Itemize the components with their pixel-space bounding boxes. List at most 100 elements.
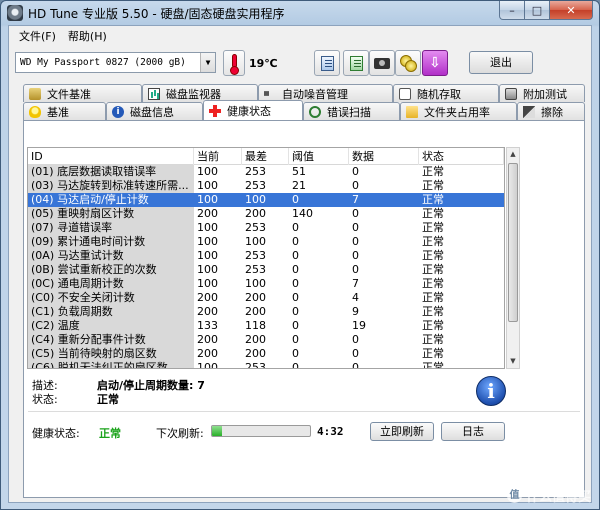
table-row[interactable]: (0C) 通电周期计数 100 100 0 7 正常 — [28, 277, 504, 291]
copy-all-button[interactable] — [343, 50, 369, 76]
minimize-button[interactable]: – — [499, 1, 525, 20]
table-row[interactable]: (07) 寻道错误率 100 253 0 0 正常 — [28, 221, 504, 235]
temperature-button[interactable] — [223, 50, 245, 76]
table-row[interactable]: (C0) 不安全关闭计数 200 200 0 4 正常 — [28, 291, 504, 305]
table-row[interactable]: (C2) 温度 133 118 0 19 正常 — [28, 319, 504, 333]
cell-threshold: 0 — [289, 193, 349, 207]
cell-status: 正常 — [422, 277, 444, 290]
maximize-button[interactable]: □ — [525, 1, 550, 20]
column-header-data[interactable]: 数据 — [349, 148, 419, 165]
column-header-current[interactable]: 当前 — [194, 148, 242, 165]
tab-error-scan[interactable]: 错误扫描 — [303, 102, 400, 120]
exit-button[interactable]: 退出 — [469, 51, 533, 74]
cell-id: (05) 重映射扇区计数 — [28, 207, 194, 221]
cell-worst: 253 — [245, 263, 266, 276]
cell-id: (09) 累计通电时间计数 — [28, 235, 194, 249]
cell-status: 正常 — [422, 235, 444, 248]
drive-icon — [505, 87, 517, 100]
cell-data: 0 — [352, 361, 359, 369]
toolbar: WD My Passport 0827 (2000 gB) ▼ 19℃ ⇩ 退出 — [9, 47, 591, 79]
tab-random-access[interactable]: 随机存取 — [393, 84, 499, 102]
log-button[interactable]: 日志 — [441, 422, 505, 441]
options-button[interactable] — [395, 50, 421, 76]
cell-current: 200 — [197, 291, 218, 304]
cell-current: 200 — [197, 305, 218, 318]
title-bar[interactable]: HD Tune 专业版 5.50 - 硬盘/固态硬盘实用程序 – □ ✕ — [1, 1, 599, 25]
download-button[interactable]: ⇩ — [422, 50, 448, 76]
table-row[interactable]: (C1) 负载周期数 200 200 0 9 正常 — [28, 305, 504, 319]
tab-erase[interactable]: 擦除 — [517, 102, 585, 120]
tab-extra-tests[interactable]: 附加测试 — [499, 84, 585, 102]
description-value: 启动/停止周期数量: 7 — [97, 379, 205, 392]
table-row[interactable]: (09) 累计通电时间计数 100 100 0 0 正常 — [28, 235, 504, 249]
cell-id: (C0) 不安全关闭计数 — [28, 291, 194, 305]
column-header-worst[interactable]: 最差 — [242, 148, 289, 165]
cell-current: 100 — [197, 235, 218, 248]
cell-id: (C6) 脱机无法纠正的扇区数 — [28, 361, 194, 368]
tab-benchmark[interactable]: 基准 — [23, 102, 106, 120]
tab-health[interactable]: 健康状态 — [203, 100, 303, 120]
scroll-up-icon[interactable]: ▲ — [507, 148, 519, 161]
cell-id: (C4) 重新分配事件计数 — [28, 333, 194, 347]
memory-chip-icon — [29, 87, 41, 100]
table-row[interactable]: (C4) 重新分配事件计数 200 200 0 0 正常 — [28, 333, 504, 347]
cell-current: 100 — [197, 361, 218, 369]
cell-threshold: 0 — [292, 277, 299, 290]
tab-label: 擦除 — [541, 105, 563, 119]
table-row[interactable]: (0B) 尝试重新校正的次数 100 253 0 0 正常 — [28, 263, 504, 277]
refresh-countdown: 4:32 — [317, 425, 344, 438]
cell-worst: 253 — [245, 249, 266, 262]
tab-folder-usage[interactable]: 文件夹占用率 — [400, 102, 517, 120]
cell-id: (01) 底层数据读取错误率 — [28, 165, 194, 179]
table-row[interactable]: (05) 重映射扇区计数 200 200 140 0 正常 — [28, 207, 504, 221]
column-header-threshold[interactable]: 阈值 — [289, 148, 349, 165]
menu-bar: 文件(F) 帮助(H) — [9, 26, 591, 46]
cell-worst: 253 — [245, 361, 266, 369]
table-row[interactable]: (01) 底层数据读取错误率 100 253 51 0 正常 — [28, 165, 504, 179]
column-header-id[interactable]: ID — [28, 148, 194, 165]
scrollbar-thumb[interactable] — [508, 163, 518, 322]
table-row[interactable]: (0A) 马达重试计数 100 253 0 0 正常 — [28, 249, 504, 263]
refresh-now-button[interactable]: 立即刷新 — [370, 422, 434, 441]
scroll-down-icon[interactable]: ▼ — [507, 355, 519, 368]
table-body: (01) 底层数据读取错误率 100 253 51 0 正常 (03) 马达旋转到标准转速所… — [28, 165, 504, 369]
tab-label: 健康状态 — [227, 104, 271, 118]
menu-help[interactable]: 帮助(H) — [62, 28, 113, 44]
cell-data: 0 — [352, 263, 359, 276]
cell-status: 正常 — [422, 165, 444, 178]
close-button[interactable]: ✕ — [550, 1, 593, 20]
copy-text-button[interactable] — [314, 50, 340, 76]
table-scrollbar[interactable]: ▲ ▼ — [506, 147, 520, 369]
table-row[interactable]: (C6) 脱机无法纠正的扇区数 100 253 0 0 正常 — [28, 361, 504, 369]
window-title: HD Tune 专业版 5.50 - 硬盘/固态硬盘实用程序 — [28, 7, 285, 21]
table-row[interactable]: (C5) 当前待映射的扇区数 200 200 0 0 正常 — [28, 347, 504, 361]
cell-status: 正常 — [422, 207, 444, 220]
cell-id: (0B) 尝试重新校正的次数 — [28, 263, 194, 277]
cell-id: (0A) 马达重试计数 — [28, 249, 194, 263]
smart-table[interactable]: ID 当前 最差 阈值 数据 状态 (01) 底层数据读取错误率 100 253 51… — [27, 147, 505, 369]
divider — [28, 411, 580, 412]
status-value: 正常 — [97, 393, 119, 406]
table-row[interactable]: (04) 马达启动/停止计数 100 100 0 7 正常 — [28, 193, 504, 207]
info-icon[interactable]: i — [476, 376, 506, 406]
cell-data: 0 — [352, 165, 359, 178]
drive-select[interactable]: WD My Passport 0827 (2000 gB) ▼ — [15, 52, 216, 73]
table-header: ID 当前 最差 阈值 数据 状态 — [28, 148, 504, 165]
cell-threshold: 51 — [292, 165, 306, 178]
tab-file-benchmark[interactable]: 文件基准 — [23, 84, 142, 102]
cell-current: 100 — [197, 165, 218, 178]
tab-label: 文件夹占用率 — [424, 105, 490, 119]
cell-status: 正常 — [422, 249, 444, 262]
column-header-status[interactable]: 状态 — [419, 148, 504, 165]
cell-threshold: 0 — [292, 249, 299, 262]
cell-data: 0 — [352, 333, 359, 346]
screenshot-button[interactable] — [369, 50, 395, 76]
chevron-down-icon[interactable]: ▼ — [200, 53, 215, 72]
cell-id: (0C) 通电周期计数 — [28, 277, 194, 291]
cell-threshold: 0 — [292, 263, 299, 276]
cell-data: 0 — [352, 207, 359, 220]
tab-disk-info[interactable]: i 磁盘信息 — [106, 102, 203, 120]
table-row[interactable]: (03) 马达旋转到标准转速所需... 100 253 21 0 正常 — [28, 179, 504, 193]
menu-file[interactable]: 文件(F) — [13, 28, 62, 44]
cell-data: 0 — [352, 347, 359, 360]
